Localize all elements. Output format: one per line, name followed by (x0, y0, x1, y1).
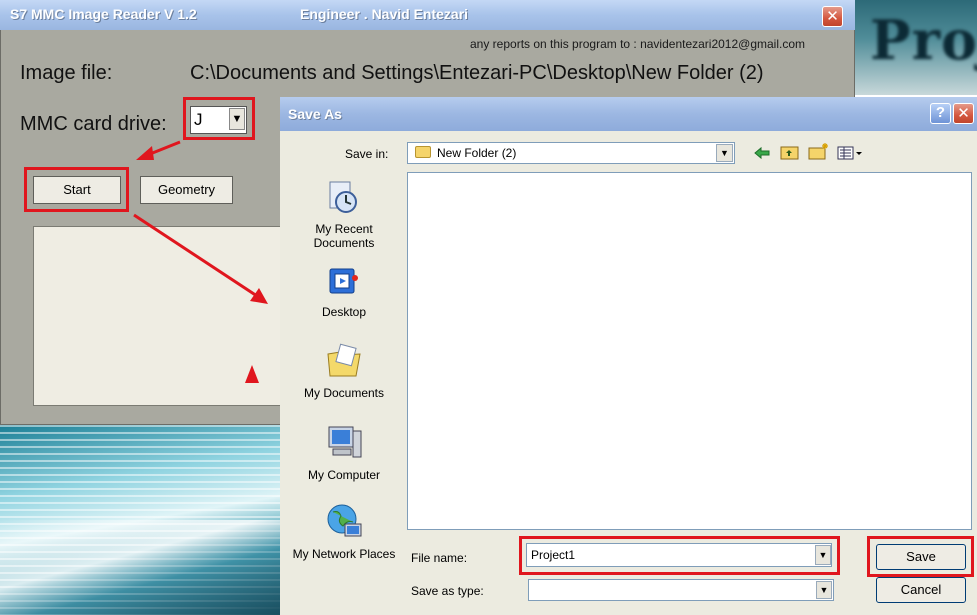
image-file-label: Image file: (20, 62, 113, 84)
view-menu-icon[interactable] (837, 145, 863, 161)
desktop-icon (329, 268, 358, 294)
place-desktop[interactable]: Desktop (290, 305, 398, 319)
highlight-box-filename (519, 536, 840, 575)
folder-icon (415, 146, 431, 158)
app-title: S7 MMC Image Reader V 1.2 (10, 6, 197, 22)
recent-documents-icon (329, 181, 357, 213)
desktop-wallpaper-wave (0, 520, 290, 615)
app-author: Engineer . Navid Entezari (300, 6, 469, 22)
highlight-box-start (24, 167, 129, 212)
my-documents-icon (327, 343, 361, 377)
file-name-label: File name: (411, 551, 468, 565)
up-folder-icon[interactable] (780, 144, 800, 161)
chevron-down-icon[interactable]: ▼ (716, 144, 733, 162)
network-places-icon (327, 504, 362, 537)
reports-contact: any reports on this program to : naviden… (470, 37, 806, 51)
dialog-close-button[interactable]: ✕ (953, 103, 974, 124)
app-close-button[interactable]: ✕ (822, 6, 843, 27)
output-panel (33, 226, 283, 406)
file-list[interactable] (407, 172, 972, 530)
background-partial-text: Proj (870, 8, 977, 72)
place-my-network-places[interactable]: My Network Places (290, 547, 398, 561)
image-file-path: C:\Documents and Settings\Entezari-PC\De… (190, 62, 764, 84)
geometry-button[interactable]: Geometry (140, 176, 233, 204)
back-arrow-icon[interactable] (753, 146, 771, 160)
save-in-label: Save in: (345, 147, 389, 161)
save-in-value: New Folder (2) (437, 146, 517, 160)
highlight-box-save (867, 536, 974, 577)
save-as-type-select[interactable] (528, 579, 834, 601)
place-my-documents[interactable]: My Documents (290, 386, 398, 400)
my-computer-icon (328, 426, 362, 458)
place-my-recent-documents[interactable]: My Recent Documents (290, 222, 398, 250)
dialog-titlebar[interactable] (280, 97, 977, 131)
highlight-box-mmc (183, 97, 255, 140)
cancel-button[interactable]: Cancel (876, 577, 966, 603)
place-my-computer[interactable]: My Computer (290, 468, 398, 482)
chevron-down-icon[interactable]: ▼ (816, 581, 832, 599)
new-folder-icon[interactable] (808, 142, 830, 161)
mmc-drive-label: MMC card drive: (20, 113, 167, 135)
save-as-type-label: Save as type: (411, 584, 484, 598)
dialog-title: Save As (288, 106, 342, 122)
help-button[interactable]: ? (930, 103, 951, 124)
